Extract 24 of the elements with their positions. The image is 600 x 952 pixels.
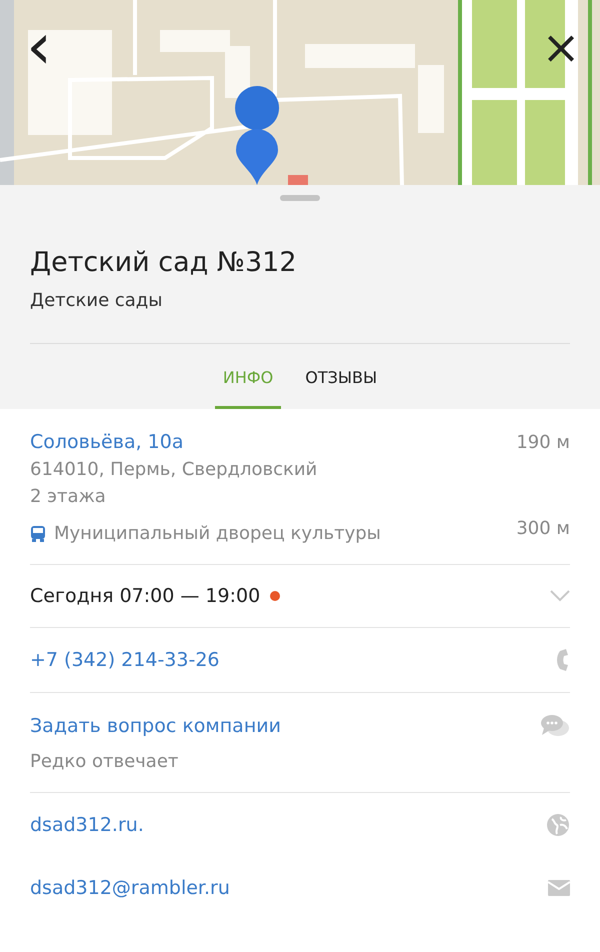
- chat-icon[interactable]: [540, 713, 570, 739]
- distance-text: 190 м: [516, 432, 570, 452]
- city-text: 614010, Пермь, Свердловский: [30, 459, 318, 480]
- hours-text: Сегодня 07:00 — 19:00: [30, 585, 260, 607]
- ask-question-link[interactable]: Задать вопрос компании: [30, 715, 281, 737]
- drag-handle[interactable]: [280, 195, 320, 201]
- back-button[interactable]: ‹: [14, 22, 64, 72]
- phone-link[interactable]: +7 (342) 214-33-26: [30, 649, 220, 671]
- reply-note: Редко отвечает: [30, 751, 180, 772]
- floors-text: 2 этажа: [30, 486, 107, 507]
- address-link[interactable]: Соловьёва, 10а: [30, 431, 184, 453]
- tab[interactable]: ИНФО: [214, 354, 282, 409]
- envelope-icon[interactable]: [548, 880, 570, 896]
- chevron-icon[interactable]: [550, 590, 570, 602]
- email-link[interactable]: dsad312@rambler.ru: [30, 877, 230, 899]
- bus-stop-text: Муниципальный дворец культуры: [54, 523, 381, 544]
- website-link[interactable]: dsad312.ru.: [30, 814, 144, 836]
- distance-text: 300 м: [516, 518, 570, 539]
- bus-icon: [30, 524, 46, 542]
- tab[interactable]: ОТЗЫВЫ: [297, 354, 386, 409]
- place-title: Детский сад №312: [30, 247, 298, 278]
- place-category: Детские сады: [30, 290, 570, 344]
- globe-icon[interactable]: [546, 813, 570, 837]
- phone-icon[interactable]: [556, 648, 570, 672]
